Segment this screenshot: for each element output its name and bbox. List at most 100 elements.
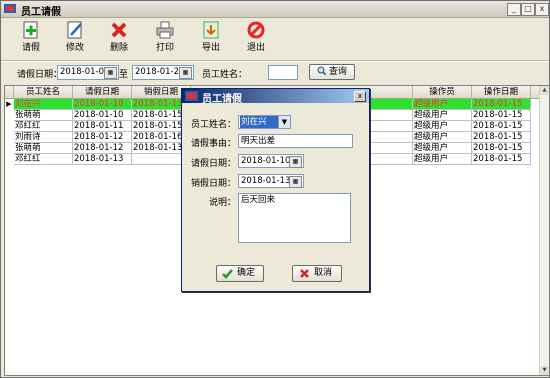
start-date-field[interactable]: 2018-01-01 ▦ — [57, 65, 119, 80]
start-date-value: 2018-01-01 — [60, 67, 110, 77]
row-indicator-header — [5, 86, 14, 98]
leave-date-label: 请假日期： — [17, 70, 63, 80]
add-leave-icon — [23, 21, 38, 39]
delete-label: 删除 — [109, 43, 128, 53]
calendar-icon[interactable]: ▦ — [179, 67, 192, 79]
employee-name-input[interactable] — [268, 65, 298, 80]
scroll-down-icon[interactable]: ▼ — [540, 366, 549, 375]
exit-label: 退出 — [246, 43, 265, 53]
employee-name-label: 员工姓名： — [202, 70, 248, 80]
current-row-icon: ▶ — [6, 100, 12, 108]
export-button[interactable]: 导出 — [194, 21, 228, 59]
dialog-leave-date-value: 2018-01-10 — [241, 156, 291, 166]
note-value: 后天回来 — [241, 195, 276, 205]
print-icon — [156, 21, 174, 39]
dialog-title-bar: 员工请假 x — [182, 89, 369, 105]
dialog-reason-label: 请假事由： — [190, 139, 236, 149]
close-button[interactable]: x — [535, 3, 549, 16]
cell-name: 邓红红 — [14, 121, 73, 132]
ok-button[interactable]: 确定 — [216, 265, 264, 282]
cell-name: 刘在兴 — [14, 99, 73, 110]
query-label: 查询 — [328, 67, 347, 77]
filter-bar: 请假日期： 2018-01-01 ▦ 至 2018-01-23 ▦ 员工姓名： — [1, 62, 549, 84]
dialog-note-label: 说明： — [208, 198, 236, 208]
add-leave-button[interactable]: 请假 — [14, 21, 48, 59]
dialog-leave-date-field[interactable]: 2018-01-10 ▦ — [238, 154, 304, 168]
reason-value: 明天出差 — [241, 136, 276, 146]
cell-name: 张萌萌 — [14, 143, 73, 154]
window-title: 员工请假 — [21, 7, 61, 18]
column-header[interactable]: 员工姓名 — [14, 86, 73, 98]
cell-leave-date: 2018-01-12 — [73, 132, 132, 143]
chevron-down-icon[interactable]: ▼ — [278, 115, 291, 129]
print-button[interactable]: 打印 — [148, 21, 182, 59]
cell-operator: 超级用户 — [413, 121, 472, 132]
dialog-cancel-date-label: 销假日期： — [190, 179, 236, 189]
export-icon — [203, 21, 219, 39]
cell-name: 张萌萌 — [14, 110, 73, 121]
reason-input[interactable]: 明天出差 — [238, 134, 353, 148]
cell-operator: 超级用户 — [413, 132, 472, 143]
dialog-cancel-date-field[interactable]: 2018-01-13 ▦ — [238, 174, 304, 188]
column-header[interactable]: 请假日期 — [73, 86, 132, 98]
maximize-button[interactable]: □ — [521, 3, 535, 16]
edit-button[interactable]: 修改 — [58, 21, 92, 59]
dialog-cancel-date-value: 2018-01-13 — [241, 176, 291, 186]
cell-op-date: 2018-01-15 — [472, 154, 531, 165]
edit-label: 修改 — [65, 43, 84, 53]
app-icon — [4, 3, 16, 14]
column-header[interactable]: 操作员 — [413, 86, 472, 98]
cell-leave-date: 2018-01-13 — [73, 154, 132, 165]
delete-icon — [111, 22, 127, 38]
dialog-employee-label: 员工姓名： — [190, 120, 236, 130]
cell-operator: 超级用户 — [413, 154, 472, 165]
exit-button[interactable]: 退出 — [239, 21, 273, 59]
ok-label: 确定 — [237, 268, 256, 278]
cell-name: 邓红红 — [14, 154, 73, 165]
note-textarea[interactable]: 后天回来 — [238, 193, 351, 243]
dialog-app-icon — [185, 91, 198, 101]
cell-op-date: 2018-01-15 — [472, 110, 531, 121]
edit-icon — [67, 21, 82, 39]
cross-icon — [300, 269, 309, 278]
delete-button[interactable]: 删除 — [102, 21, 136, 59]
print-label: 打印 — [155, 43, 174, 53]
cell-op-date: 2018-01-15 — [472, 143, 531, 154]
vertical-scrollbar[interactable]: ▲ ▼ — [539, 86, 549, 375]
cell-operator: 超级用户 — [413, 99, 472, 110]
cell-op-date: 2018-01-15 — [472, 99, 531, 110]
column-header[interactable]: 操作日期 — [472, 86, 531, 98]
dialog-close-button[interactable]: x — [354, 91, 366, 102]
end-date-value: 2018-01-23 — [135, 67, 185, 77]
employee-select[interactable]: 刘在兴 — [238, 115, 279, 129]
export-label: 导出 — [201, 43, 220, 53]
cancel-label: 取消 — [314, 268, 333, 278]
title-bar: 员工请假 _ □ x — [1, 1, 549, 18]
cell-op-date: 2018-01-15 — [472, 121, 531, 132]
cell-leave-date: 2018-01-11 — [73, 121, 132, 132]
dialog-leave-date-label: 请假日期： — [190, 159, 236, 169]
calendar-icon[interactable]: ▦ — [104, 67, 117, 79]
cell-leave-date: 2018-01-12 — [73, 143, 132, 154]
search-icon — [317, 66, 327, 76]
to-label: 至 — [119, 70, 129, 80]
leave-dialog: 员工请假 x 员工姓名： 刘在兴 ▼ 请假事由： 明天出差 请假日期： 2018… — [181, 88, 370, 292]
checkmark-icon — [222, 269, 233, 279]
exit-icon — [247, 21, 265, 39]
cell-op-date: 2018-01-15 — [472, 132, 531, 143]
calendar-icon[interactable]: ▦ — [289, 176, 302, 188]
end-date-field[interactable]: 2018-01-23 ▦ — [132, 65, 194, 80]
query-button[interactable]: 查询 — [309, 64, 355, 80]
cell-leave-date: 2018-01-10 — [73, 99, 132, 110]
cancel-button[interactable]: 取消 — [292, 265, 342, 282]
cell-operator: 超级用户 — [413, 143, 472, 154]
calendar-icon[interactable]: ▦ — [289, 156, 302, 168]
dialog-title: 员工请假 — [202, 94, 242, 105]
employee-select-value: 刘在兴 — [240, 116, 278, 128]
minimize-button[interactable]: _ — [507, 3, 521, 16]
toolbar: 请假 修改 删除 打印 导出 退出 — [1, 19, 549, 59]
scroll-up-icon[interactable]: ▲ — [540, 86, 549, 95]
add-leave-label: 请假 — [21, 43, 40, 53]
cell-name: 刘雨诗 — [14, 132, 73, 143]
cell-leave-date: 2018-01-10 — [73, 110, 132, 121]
